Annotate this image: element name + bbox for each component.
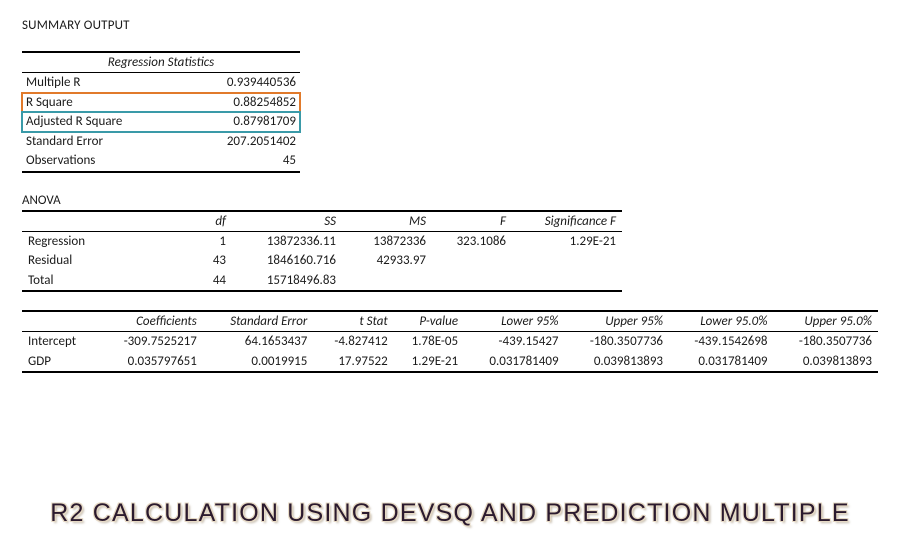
anova-regression-ss: 13872336.11 bbox=[232, 231, 342, 251]
row-multiple-r: Multiple R 0.939440536 bbox=[22, 73, 300, 93]
anova-label: ANOVA bbox=[22, 193, 878, 208]
value-r-square: 0.88254852 bbox=[182, 93, 300, 113]
anova-regression-df: 1 bbox=[162, 231, 232, 251]
anova-residual-ss: 1846160.716 bbox=[232, 251, 342, 271]
coef-gdp-u950: 0.039813893 bbox=[774, 352, 879, 373]
coef-head-l950: Lower 95.0% bbox=[669, 311, 773, 332]
coef-gdp-t: 17.97522 bbox=[313, 352, 393, 373]
anova-head-ss: SS bbox=[232, 211, 342, 232]
coef-head-coef: Coefficients bbox=[102, 311, 202, 332]
anova-residual-df: 43 bbox=[162, 251, 232, 271]
coef-gdp-coef: 0.035797651 bbox=[102, 352, 202, 373]
coef-header-row: Coefficients Standard Error t Stat P-val… bbox=[22, 311, 878, 332]
anova-total-sigf bbox=[512, 271, 622, 292]
value-standard-error: 207.2051402 bbox=[182, 132, 300, 152]
anova-row-regression: Regression 1 13872336.11 13872336 323.10… bbox=[22, 231, 622, 251]
coef-gdp-l95: 0.031781409 bbox=[464, 352, 564, 373]
anova-residual-name: Residual bbox=[22, 251, 162, 271]
coef-intercept-p: 1.78E-05 bbox=[394, 332, 464, 352]
coef-head-blank bbox=[22, 311, 102, 332]
anova-regression-ms: 13872336 bbox=[342, 231, 432, 251]
coef-intercept-coef: -309.7525217 bbox=[102, 332, 202, 352]
coef-gdp-se: 0.0019915 bbox=[203, 352, 314, 373]
anova-total-ms bbox=[342, 271, 432, 292]
anova-total-f bbox=[432, 271, 512, 292]
coef-intercept-l95: -439.15427 bbox=[464, 332, 564, 352]
anova-head-sigf: Significance F bbox=[512, 211, 622, 232]
coef-row-intercept: Intercept -309.7525217 64.1653437 -4.827… bbox=[22, 332, 878, 352]
value-adjusted-r-square: 0.87981709 bbox=[182, 112, 300, 132]
row-observations: Observations 45 bbox=[22, 151, 300, 172]
anova-row-total: Total 44 15718496.83 bbox=[22, 271, 622, 292]
anova-total-name: Total bbox=[22, 271, 162, 292]
value-multiple-r: 0.939440536 bbox=[182, 73, 300, 93]
coef-gdp-p: 1.29E-21 bbox=[394, 352, 464, 373]
anova-total-df: 44 bbox=[162, 271, 232, 292]
anova-regression-name: Regression bbox=[22, 231, 162, 251]
anova-total-ss: 15718496.83 bbox=[232, 271, 342, 292]
anova-head-df: df bbox=[162, 211, 232, 232]
label-adjusted-r-square: Adjusted R Square bbox=[22, 112, 182, 132]
coef-head-se: Standard Error bbox=[203, 311, 314, 332]
anova-block: df SS MS F Significance F Regression 1 1… bbox=[22, 210, 622, 293]
anova-head-f: F bbox=[432, 211, 512, 232]
anova-regression-f: 323.1086 bbox=[432, 231, 512, 251]
row-r-square: R Square 0.88254852 bbox=[22, 93, 300, 113]
coef-row-gdp: GDP 0.035797651 0.0019915 17.97522 1.29E… bbox=[22, 352, 878, 373]
coef-head-u950: Upper 95.0% bbox=[774, 311, 879, 332]
coef-intercept-t: -4.827412 bbox=[313, 332, 393, 352]
coefficients-block: Coefficients Standard Error t Stat P-val… bbox=[22, 310, 878, 373]
coef-head-u95: Upper 95% bbox=[565, 311, 669, 332]
anova-head-ms: MS bbox=[342, 211, 432, 232]
anova-residual-f bbox=[432, 251, 512, 271]
row-adjusted-r-square: Adjusted R Square 0.87981709 bbox=[22, 112, 300, 132]
coef-intercept-u95: -180.3507736 bbox=[565, 332, 669, 352]
label-observations: Observations bbox=[22, 151, 182, 172]
label-multiple-r: Multiple R bbox=[22, 73, 182, 93]
coef-gdp-u95: 0.039813893 bbox=[565, 352, 669, 373]
coef-head-p: P-value bbox=[394, 311, 464, 332]
coef-head-l95: Lower 95% bbox=[464, 311, 564, 332]
coef-intercept-name: Intercept bbox=[22, 332, 102, 352]
coef-intercept-se: 64.1653437 bbox=[203, 332, 314, 352]
anova-table: df SS MS F Significance F Regression 1 1… bbox=[22, 210, 622, 293]
anova-header-row: df SS MS F Significance F bbox=[22, 211, 622, 232]
anova-residual-sigf bbox=[512, 251, 622, 271]
label-standard-error: Standard Error bbox=[22, 132, 182, 152]
coef-intercept-l950: -439.1542698 bbox=[669, 332, 773, 352]
anova-head-blank bbox=[22, 211, 162, 232]
anova-regression-sigf: 1.29E-21 bbox=[512, 231, 622, 251]
anova-residual-ms: 42933.97 bbox=[342, 251, 432, 271]
coefficients-table: Coefficients Standard Error t Stat P-val… bbox=[22, 310, 878, 373]
label-r-square: R Square bbox=[22, 93, 182, 113]
summary-output-title: SUMMARY OUTPUT bbox=[22, 18, 878, 33]
banner-title: R2 CALCULATION USING DEVSQ AND PREDICTIO… bbox=[0, 499, 900, 528]
regression-statistics-table: Multiple R 0.939440536 R Square 0.882548… bbox=[22, 73, 300, 173]
coef-gdp-name: GDP bbox=[22, 352, 102, 373]
anova-row-residual: Residual 43 1846160.716 42933.97 bbox=[22, 251, 622, 271]
coef-gdp-l950: 0.031781409 bbox=[669, 352, 773, 373]
value-observations: 45 bbox=[182, 151, 300, 172]
regression-statistics-header: Regression Statistics bbox=[22, 51, 300, 73]
coef-intercept-u950: -180.3507736 bbox=[774, 332, 879, 352]
coef-head-t: t Stat bbox=[313, 311, 393, 332]
regression-statistics-block: Regression Statistics Multiple R 0.93944… bbox=[22, 51, 300, 173]
row-standard-error: Standard Error 207.2051402 bbox=[22, 132, 300, 152]
